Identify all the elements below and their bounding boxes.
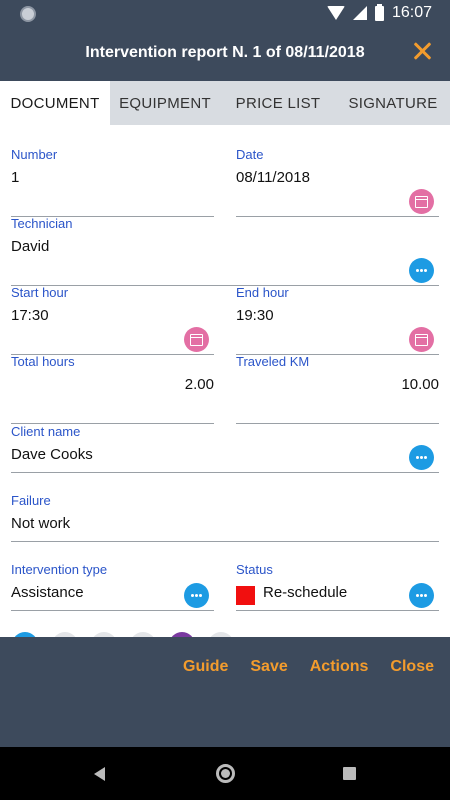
date-label: Date: [236, 147, 264, 162]
action-links: Guide Save Actions Close: [183, 658, 434, 676]
total-hours-field[interactable]: Total hours 2.00: [11, 354, 214, 424]
intervention-type-underline: [11, 610, 214, 611]
date-field[interactable]: Date 08/11/2018: [236, 147, 439, 217]
close-button[interactable]: Close: [390, 658, 434, 676]
technician-field[interactable]: Technician David: [11, 216, 439, 286]
technician-label: Technician: [11, 216, 73, 231]
end-hour-value[interactable]: 19:30: [236, 307, 274, 324]
status-icons: 16:07: [326, 3, 432, 22]
start-hour-value[interactable]: 17:30: [11, 307, 49, 324]
wifi-icon: [326, 6, 345, 20]
failure-underline: [11, 541, 439, 542]
client-name-value[interactable]: Dave Cooks: [11, 446, 93, 463]
total-hours-label: Total hours: [11, 354, 75, 369]
guide-button[interactable]: Guide: [183, 658, 228, 676]
technician-more-icon[interactable]: [409, 258, 434, 283]
start-hour-label: Start hour: [11, 285, 69, 300]
home-icon[interactable]: [216, 764, 235, 783]
end-hour-label: End hour: [236, 285, 289, 300]
battery-icon: [374, 3, 384, 21]
intervention-type-more-icon[interactable]: [184, 583, 209, 608]
traveled-km-label: Traveled KM: [236, 354, 310, 369]
back-icon[interactable]: [94, 767, 105, 781]
intervention-type-field[interactable]: Intervention type Assistance: [11, 562, 214, 632]
number-value[interactable]: 1: [11, 169, 19, 186]
date-calendar-icon[interactable]: [409, 189, 434, 214]
traveled-km-field[interactable]: Traveled KM 10.00: [236, 354, 439, 424]
status-field[interactable]: Status Re-schedule: [236, 562, 439, 632]
recents-icon[interactable]: [343, 767, 356, 780]
tab-document[interactable]: DOCUMENT: [0, 81, 110, 125]
client-name-more-icon[interactable]: [409, 445, 434, 470]
number-field[interactable]: Number 1: [11, 147, 214, 217]
bottom-action-bar: Guide Save Actions Close: [0, 637, 450, 747]
tab-price-list[interactable]: PRICE LIST: [220, 81, 336, 125]
start-hour-calendar-icon[interactable]: [184, 327, 209, 352]
failure-value[interactable]: Not work: [11, 515, 70, 532]
status-label: Status: [236, 562, 273, 577]
start-hour-field[interactable]: Start hour 17:30: [11, 285, 214, 355]
status-underline: [236, 610, 439, 611]
tab-equipment[interactable]: EQUIPMENT: [110, 81, 220, 125]
intervention-type-label: Intervention type: [11, 562, 108, 577]
tab-bar: DOCUMENT EQUIPMENT PRICE LIST SIGNATURE: [0, 81, 450, 125]
intervention-type-value[interactable]: Assistance: [11, 584, 84, 601]
actions-button[interactable]: Actions: [310, 658, 369, 676]
app-header: Intervention report N. 1 of 08/11/2018: [0, 27, 450, 81]
save-button[interactable]: Save: [250, 658, 287, 676]
clock: 16:07: [391, 4, 432, 21]
failure-label: Failure: [11, 493, 51, 508]
notification-icon: [20, 6, 36, 22]
client-name-field[interactable]: Client name Dave Cooks: [11, 424, 439, 494]
status-color-swatch: [236, 586, 255, 605]
status-more-icon[interactable]: [409, 583, 434, 608]
document-form: Number 1 Date 08/11/2018 Technician Davi…: [0, 125, 450, 658]
signal-icon: [352, 6, 367, 20]
traveled-km-value[interactable]: 10.00: [401, 376, 439, 393]
page-title: Intervention report N. 1 of 08/11/2018: [85, 44, 365, 61]
status-bar: 16:07: [0, 0, 450, 27]
technician-value[interactable]: David: [11, 238, 49, 255]
tab-signature[interactable]: SIGNATURE: [336, 81, 450, 125]
status-value[interactable]: Re-schedule: [263, 584, 347, 601]
client-name-label: Client name: [11, 424, 81, 439]
end-hour-calendar-icon[interactable]: [409, 327, 434, 352]
client-name-underline: [11, 472, 439, 473]
failure-field[interactable]: Failure Not work: [11, 493, 439, 563]
number-label: Number: [11, 147, 58, 162]
end-hour-field[interactable]: End hour 19:30: [236, 285, 439, 355]
close-icon[interactable]: [410, 39, 434, 63]
total-hours-value[interactable]: 2.00: [185, 376, 214, 393]
date-value[interactable]: 08/11/2018: [236, 169, 310, 186]
android-nav-bar: [0, 747, 450, 800]
